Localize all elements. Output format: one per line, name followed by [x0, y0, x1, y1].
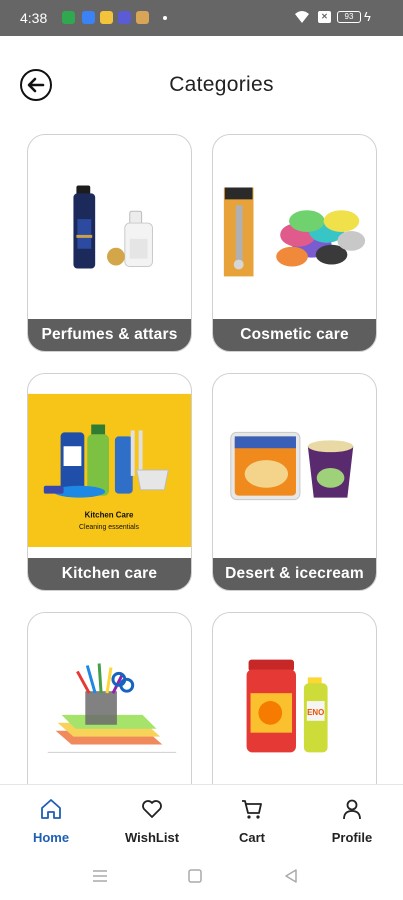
status-time: 4:38 — [20, 10, 48, 26]
kitchen-banner-subtitle: Cleaning essentials — [79, 524, 139, 531]
home-icon — [41, 799, 61, 819]
hair-ties-image — [223, 187, 366, 277]
perfume-bottles-image — [73, 185, 153, 269]
category-label: Desert & icecream — [213, 558, 376, 590]
charging-icon: ϟ — [364, 9, 371, 24]
category-label: Cosmetic care — [213, 319, 376, 351]
category-card-perfumes[interactable]: Perfumes & attars — [27, 134, 192, 352]
heart-icon — [142, 800, 162, 818]
page-title: Categories — [169, 73, 274, 96]
call-icon — [62, 11, 75, 24]
package-icon — [136, 11, 149, 24]
kitchen-cleaning-products-image: Kitchen Care Cleaning essentials — [28, 393, 191, 548]
nav-label: Profile — [331, 830, 373, 845]
person-icon — [343, 799, 361, 820]
battery-icon: 93 — [337, 11, 361, 23]
nav-profile[interactable]: Profile — [302, 785, 402, 853]
nav-wishlist[interactable]: WishList — [102, 785, 202, 853]
nav-label: Home — [32, 830, 70, 845]
category-card-desert-icecream[interactable]: Desert & icecream — [212, 373, 377, 591]
system-nav-bar — [0, 852, 403, 900]
wifi-icon — [295, 11, 309, 23]
cart-icon — [242, 800, 262, 819]
more-notifications-dot — [163, 16, 167, 20]
ice-cream-tubs-image — [230, 431, 354, 501]
nav-cart[interactable]: Cart — [202, 785, 302, 853]
app-icon — [100, 11, 113, 24]
recents-icon[interactable] — [92, 870, 108, 882]
category-card-cosmetic-care[interactable]: Cosmetic care — [212, 134, 377, 352]
stationery-image — [47, 663, 177, 753]
category-label: Perfumes & attars — [28, 319, 191, 351]
nav-label: Cart — [238, 830, 265, 845]
messages-icon — [82, 11, 95, 24]
sim-icon: ✕ — [318, 11, 331, 23]
status-bar: 4:38 ✕ 93 ϟ — [0, 0, 403, 36]
category-label: Kitchen care — [28, 558, 191, 590]
health-products-image: ENO — [246, 659, 328, 753]
chat-icon — [118, 11, 131, 24]
category-card-kitchen-care[interactable]: Kitchen Care Cleaning essentials Kitchen… — [27, 373, 192, 591]
kitchen-banner-title: Kitchen Care — [85, 510, 134, 519]
svg-text:ENO: ENO — [307, 708, 324, 717]
bottom-nav: Home WishList Cart Profile — [0, 784, 403, 852]
home-square-icon[interactable] — [188, 869, 202, 883]
nav-label: WishList — [124, 830, 180, 845]
battery-level: 93 — [344, 12, 354, 21]
nav-home[interactable]: Home — [1, 785, 101, 853]
back-triangle-icon[interactable] — [284, 869, 298, 883]
